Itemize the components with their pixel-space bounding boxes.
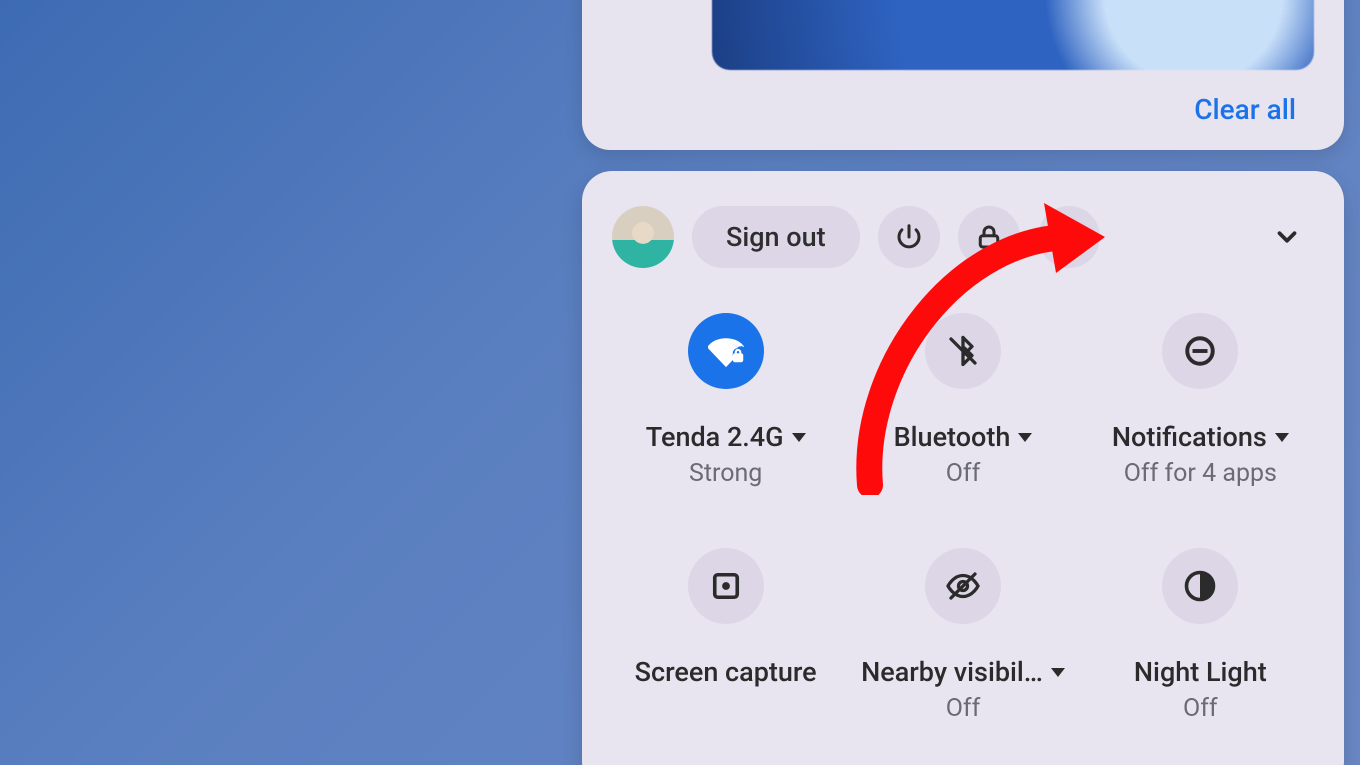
power-button[interactable] [878,206,940,268]
chevron-down-icon [1272,222,1302,252]
lock-icon [974,222,1004,252]
do-not-disturb-icon [1182,333,1218,369]
night-light-tile: Night Light Off [1087,548,1314,723]
caret-down-icon [792,433,806,442]
sign-out-button[interactable]: Sign out [692,206,860,268]
bluetooth-label-row[interactable]: Bluetooth [894,421,1033,453]
wifi-toggle[interactable] [688,313,764,389]
bluetooth-tile: Bluetooth Off [849,313,1076,488]
gear-icon [1054,222,1084,252]
bluetooth-status: Off [946,459,981,488]
notifications-toggle[interactable] [1162,313,1238,389]
wifi-label: Tenda 2.4G [646,421,784,453]
notifications-label-row[interactable]: Notifications [1112,421,1289,453]
wifi-status: Strong [689,459,762,488]
bluetooth-toggle[interactable] [925,313,1001,389]
lock-button[interactable] [958,206,1020,268]
screen-capture-icon [708,568,744,604]
caret-down-icon [1051,668,1065,677]
notifications-label: Notifications [1112,421,1267,453]
screen-capture-button[interactable] [688,548,764,624]
night-light-label-row[interactable]: Night Light [1134,656,1267,688]
power-icon [894,222,924,252]
notifications-tile: Notifications Off for 4 apps [1087,313,1314,488]
collapse-button[interactable] [1260,210,1314,264]
clear-all-button[interactable]: Clear all [1194,93,1296,126]
nearby-visibility-tile: Nearby visibil… Off [849,548,1076,723]
visibility-off-icon [945,568,981,604]
quick-settings-header: Sign out [612,197,1314,277]
screen-capture-tile: Screen capture [612,548,839,723]
night-light-icon [1182,568,1218,604]
user-avatar[interactable] [612,206,674,268]
caret-down-icon [1275,433,1289,442]
bluetooth-off-icon [945,333,981,369]
night-light-label: Night Light [1134,656,1267,688]
settings-button[interactable] [1038,206,1100,268]
wifi-tile: Tenda 2.4G Strong [612,313,839,488]
nearby-status: Off [946,694,981,723]
night-light-status: Off [1183,694,1218,723]
nearby-label: Nearby visibil… [861,656,1043,688]
quick-settings-tiles: Tenda 2.4G Strong Bluetooth Off [612,313,1314,723]
bluetooth-label: Bluetooth [894,421,1011,453]
nearby-label-row[interactable]: Nearby visibil… [861,656,1065,688]
notifications-status: Off for 4 apps [1124,459,1277,488]
wifi-label-row[interactable]: Tenda 2.4G [646,421,806,453]
quick-settings-panel: Sign out [582,171,1344,765]
night-light-toggle[interactable] [1162,548,1238,624]
nearby-visibility-toggle[interactable] [925,548,1001,624]
notification-panel: Clear all [582,0,1344,150]
wifi-lock-icon [708,333,744,369]
sign-out-label: Sign out [726,221,826,253]
caret-down-icon [1018,433,1032,442]
screen-capture-label: Screen capture [635,656,817,690]
screen-capture-label-row[interactable]: Screen capture [635,656,817,690]
notification-media-thumbnail[interactable] [712,0,1314,70]
